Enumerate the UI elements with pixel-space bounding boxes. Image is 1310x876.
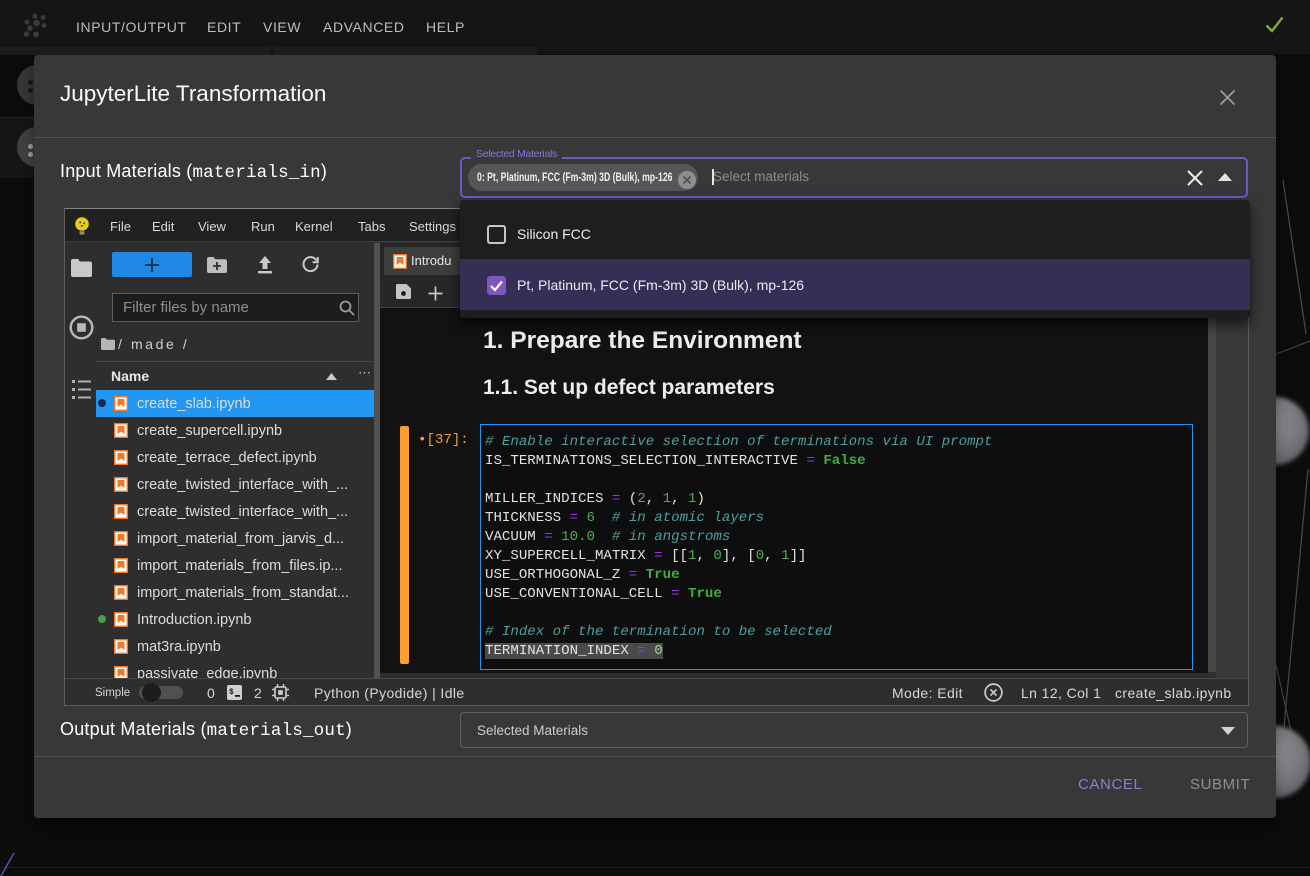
svg-text:$: $ (229, 688, 234, 697)
